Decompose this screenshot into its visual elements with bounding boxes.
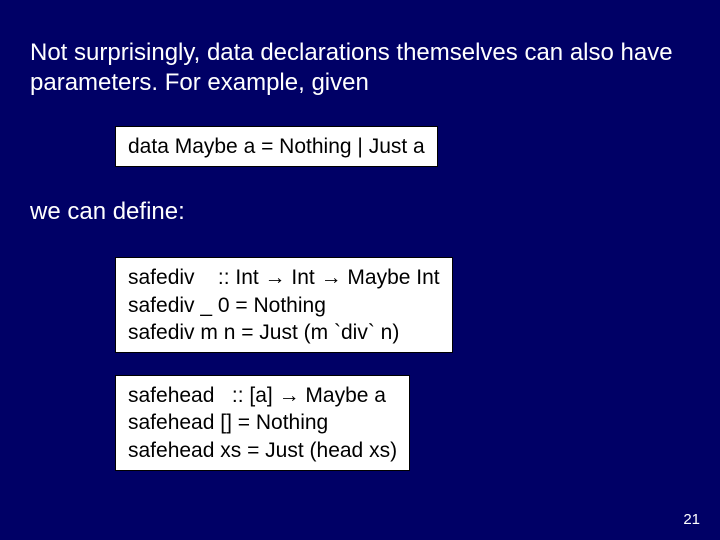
page-number: 21 bbox=[683, 511, 700, 528]
mid-paragraph: we can define: bbox=[30, 197, 690, 227]
code-block-maybe-decl: data Maybe a = Nothing | Just a bbox=[115, 126, 438, 167]
intro-paragraph: Not surprisingly, data declarations them… bbox=[30, 38, 690, 98]
code-block-safehead: safehead :: [a] → Maybe a safehead [] = … bbox=[115, 375, 410, 471]
slide: Not surprisingly, data declarations them… bbox=[0, 0, 720, 540]
code-block-safediv: safediv :: Int → Int → Maybe Int safediv… bbox=[115, 257, 453, 353]
